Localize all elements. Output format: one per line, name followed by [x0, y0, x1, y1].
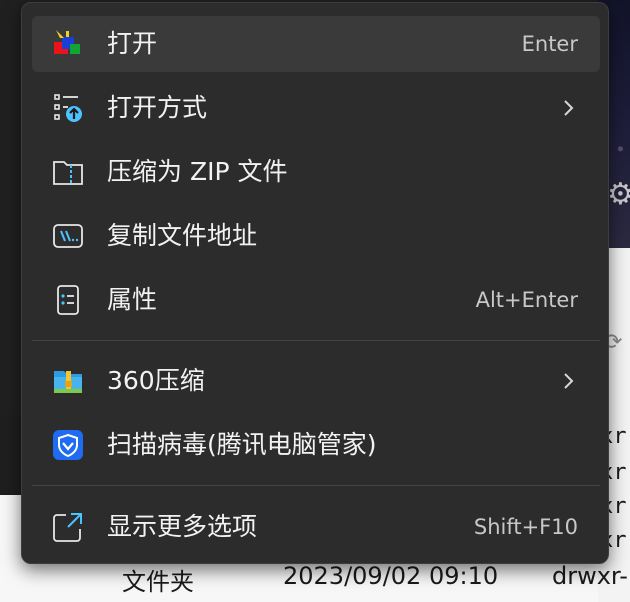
chevron-right-icon — [564, 373, 574, 389]
menu-item-compress-zip[interactable]: 压缩为 ZIP 文件 — [32, 144, 600, 200]
360-compress-icon — [54, 371, 82, 393]
menu-item-label: 复制文件地址 — [107, 221, 258, 250]
menu-item-shortcut: Alt+Enter — [475, 288, 578, 312]
menu-item-label: 属性 — [107, 285, 158, 314]
menu-item-properties[interactable]: 属性 Alt+Enter — [32, 272, 600, 328]
gear-icon[interactable]: ⚙ — [607, 180, 630, 210]
colorful-app-icon — [54, 30, 80, 54]
menu-item-shortcut: Enter — [521, 32, 578, 56]
menu-separator — [32, 340, 600, 341]
menu-item-360-compress[interactable]: 360压缩 — [32, 353, 600, 409]
menu-item-label: 压缩为 ZIP 文件 — [107, 157, 288, 186]
open-with-icon — [54, 94, 82, 122]
file-date-cell: 2023/09/02 09:10 — [283, 562, 499, 590]
menu-item-label: 360压缩 — [107, 366, 205, 395]
menu-separator — [32, 485, 600, 486]
chevron-right-icon — [564, 100, 574, 116]
zip-folder-icon — [53, 161, 83, 185]
copy-path-icon — [53, 224, 83, 248]
background-strip — [0, 415, 22, 495]
context-menu: 打开 Enter 打开方式 压缩为 ZIP 文件 复制文件地址 属性 Alt+E… — [21, 2, 609, 564]
file-perm-cell: drwxr- — [552, 562, 628, 590]
menu-item-label: 扫描病毒(腾讯电脑管家) — [107, 430, 377, 459]
menu-item-label: 打开方式 — [107, 93, 208, 122]
menu-item-label: 显示更多选项 — [107, 512, 258, 541]
tencent-shield-icon — [53, 430, 83, 460]
menu-item-virus-scan[interactable]: 扫描病毒(腾讯电脑管家) — [32, 417, 600, 473]
show-more-icon — [53, 513, 82, 542]
menu-item-copy-path[interactable]: 复制文件地址 — [32, 208, 600, 264]
file-type-cell: 文件夹 — [122, 568, 194, 596]
menu-item-shortcut: Shift+F10 — [473, 515, 578, 539]
menu-item-show-more-options[interactable]: 显示更多选项 Shift+F10 — [32, 499, 600, 555]
menu-item-open-with[interactable]: 打开方式 — [32, 80, 600, 136]
menu-item-label: 打开 — [107, 29, 158, 58]
properties-icon — [57, 285, 79, 315]
menu-item-open[interactable]: 打开 Enter — [32, 16, 600, 72]
